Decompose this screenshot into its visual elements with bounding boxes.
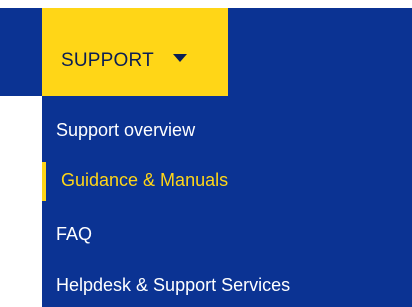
active-indicator: [42, 162, 46, 201]
menu-item-faq[interactable]: FAQ: [42, 208, 412, 260]
support-dropdown-menu: Support overview Guidance & Manuals FAQ …: [42, 96, 412, 307]
support-menu-label: SUPPORT: [61, 50, 154, 71]
menu-item-guidance-manuals[interactable]: Guidance & Manuals: [42, 154, 412, 206]
caret-down-icon: [172, 54, 187, 62]
menu-item-label: Guidance & Manuals: [61, 169, 229, 190]
menu-item-label: FAQ: [56, 223, 93, 244]
menu-item-helpdesk-support-services[interactable]: Helpdesk & Support Services: [42, 259, 412, 307]
menu-item-label: Helpdesk & Support Services: [56, 274, 291, 295]
page: SUPPORT Support overview Guidance & Manu…: [0, 0, 412, 307]
menu-item-support-overview[interactable]: Support overview: [42, 104, 412, 156]
top-margin: [0, 0, 412, 8]
support-menu-button[interactable]: SUPPORT: [42, 8, 228, 96]
menu-item-label: Support overview: [56, 119, 196, 140]
